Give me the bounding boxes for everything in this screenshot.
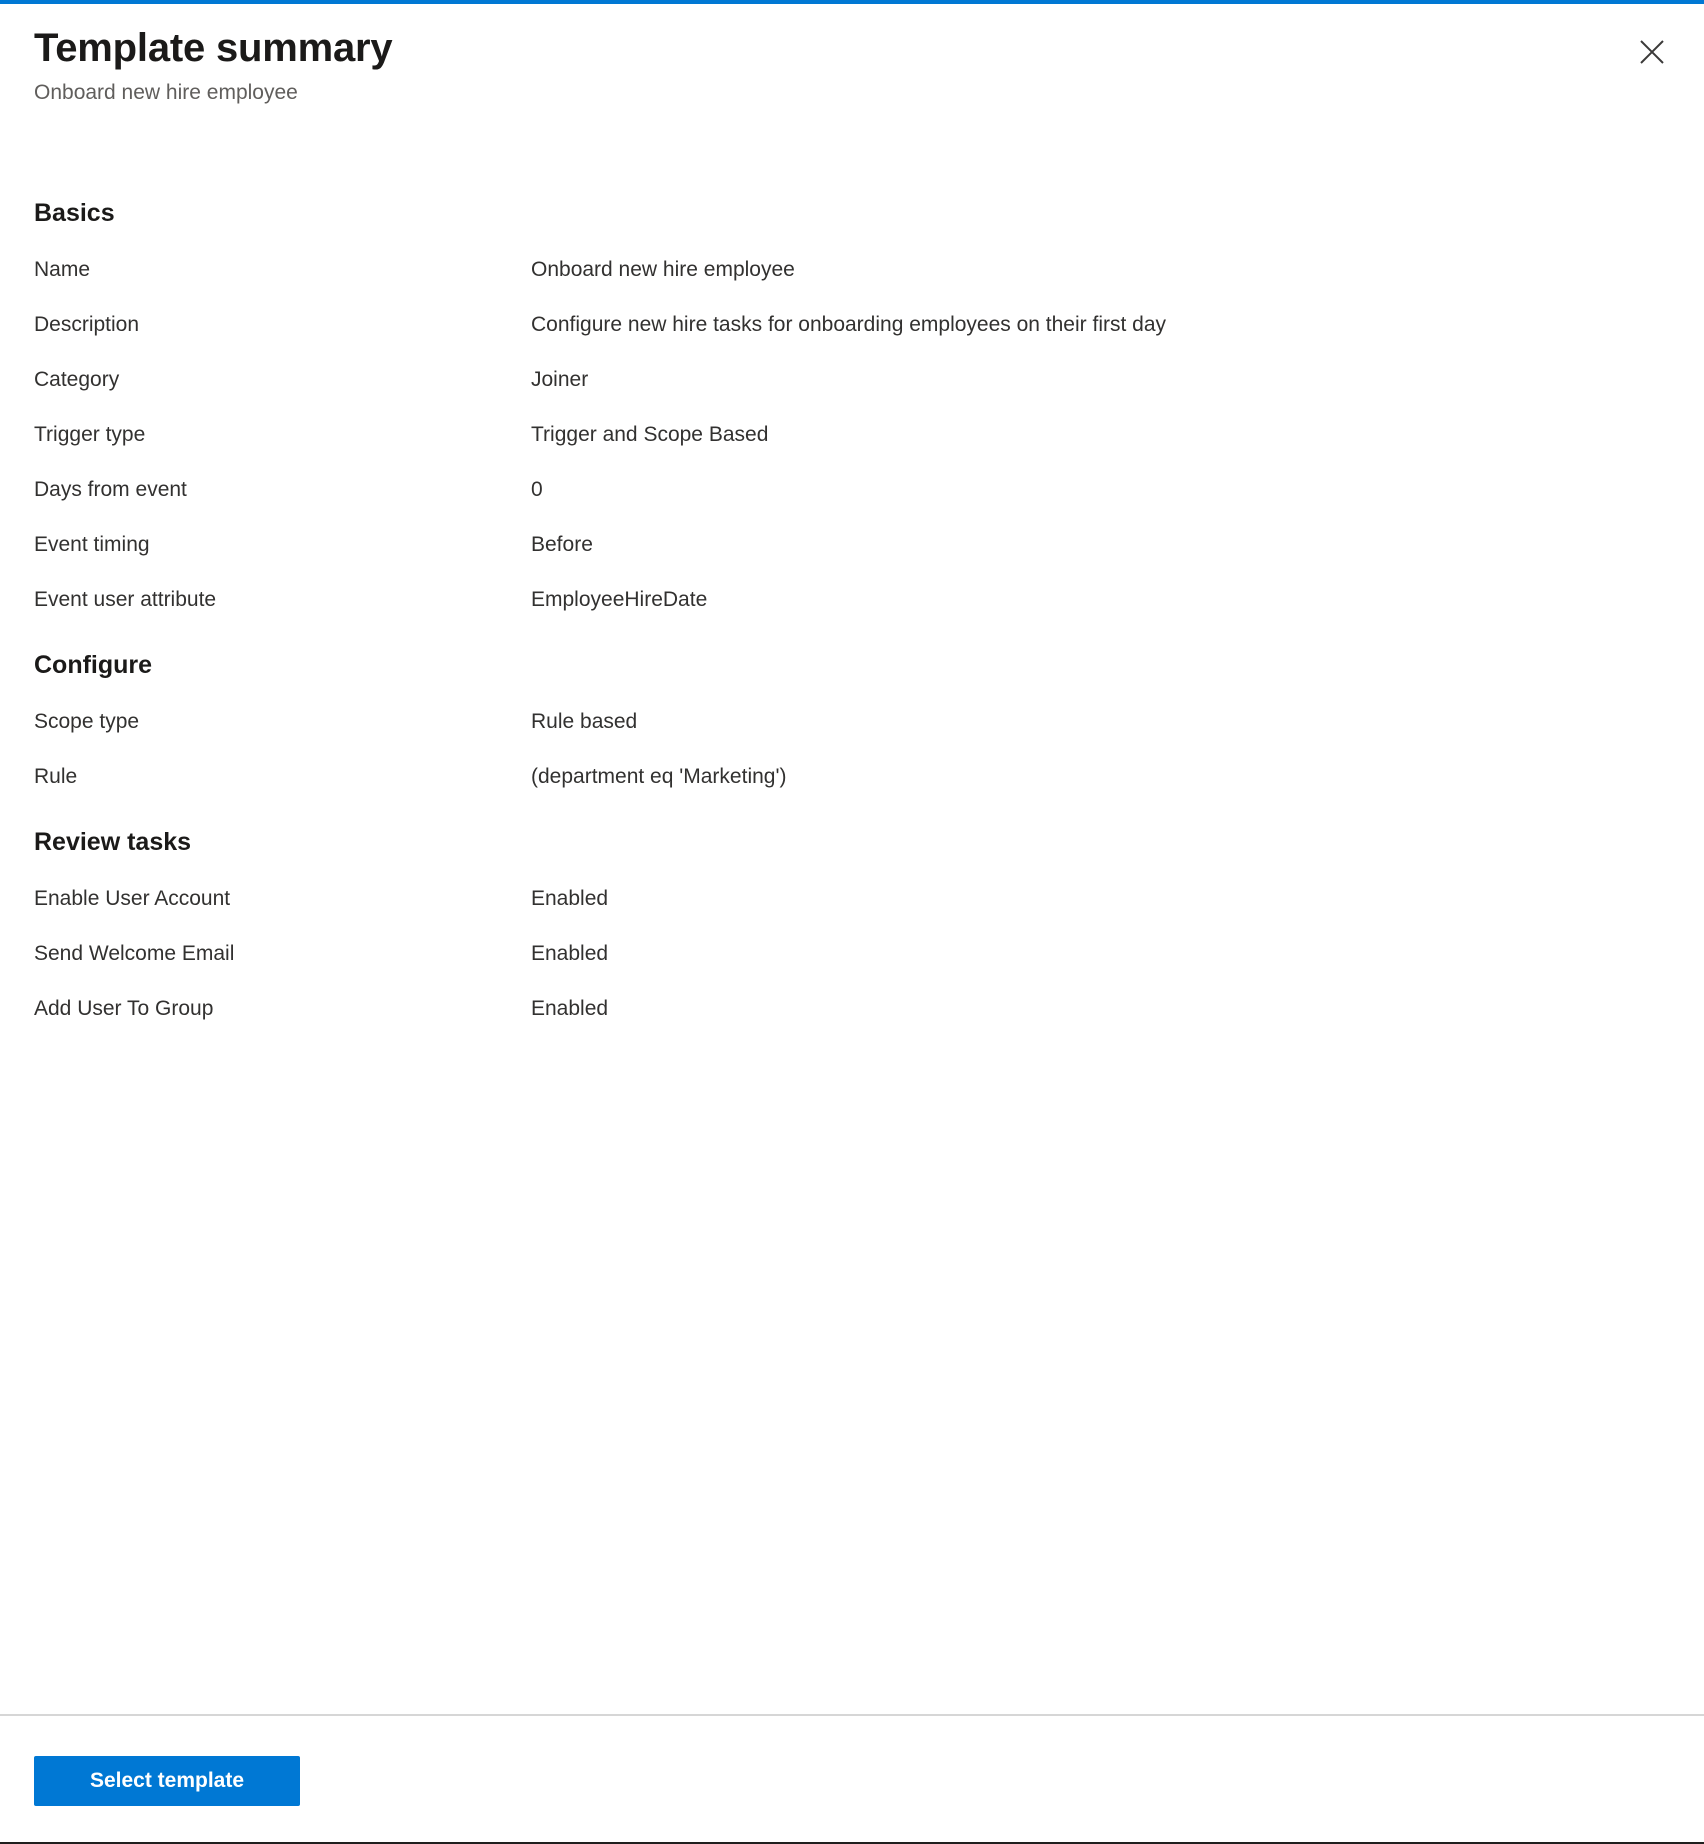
summary-row: Days from event 0	[34, 462, 1670, 517]
row-label: Name	[34, 257, 91, 281]
row-label: Days from event	[34, 477, 187, 501]
row-value: EmployeeHireDate	[531, 587, 708, 611]
summary-row: Event timing Before	[34, 517, 1670, 572]
row-label: Event user attribute	[34, 587, 217, 611]
row-value: Before	[531, 532, 593, 556]
row-value: Enabled	[531, 996, 609, 1020]
blade-footer: Select template	[0, 1714, 1704, 1842]
template-summary-blade: Template summary Onboard new hire employ…	[0, 0, 1704, 1844]
row-label: Trigger type	[34, 422, 146, 446]
row-value: 0	[531, 477, 543, 501]
row-value: Configure new hire tasks for onboarding …	[531, 312, 1167, 336]
section-heading: Configure	[34, 650, 153, 679]
row-value: Onboard new hire employee	[531, 257, 795, 281]
summary-row: Enable User Account Enabled	[34, 871, 1670, 926]
row-value: (department eq 'Marketing')	[531, 764, 787, 788]
close-icon	[1637, 37, 1667, 67]
section-heading: Basics	[34, 198, 115, 227]
section-basics: Basics Name Onboard new hire employee De…	[34, 198, 1670, 627]
summary-row: Trigger type Trigger and Scope Based	[34, 407, 1670, 462]
page-title: Template summary	[34, 26, 393, 70]
row-label: Event timing	[34, 532, 150, 556]
row-value: Enabled	[531, 941, 609, 965]
page-subtitle: Onboard new hire employee	[34, 80, 298, 104]
row-value: Enabled	[531, 886, 609, 910]
close-button[interactable]	[1628, 28, 1676, 76]
row-value: Joiner	[531, 367, 589, 391]
summary-row: Scope type Rule based	[34, 694, 1670, 749]
summary-row: Description Configure new hire tasks for…	[34, 297, 1670, 352]
summary-row: Rule (department eq 'Marketing')	[34, 749, 1670, 804]
summary-row: Send Welcome Email Enabled	[34, 926, 1670, 981]
summary-row: Category Joiner	[34, 352, 1670, 407]
row-value: Trigger and Scope Based	[531, 422, 769, 446]
blade-header: Template summary Onboard new hire employ…	[0, 4, 1704, 106]
select-template-button[interactable]: Select template	[34, 1756, 300, 1806]
blade-body: Basics Name Onboard new hire employee De…	[0, 106, 1704, 1714]
row-value: Rule based	[531, 709, 638, 733]
summary-row: Event user attribute EmployeeHireDate	[34, 572, 1670, 627]
row-label: Description	[34, 312, 140, 336]
row-label: Scope type	[34, 709, 140, 733]
row-label: Enable User Account	[34, 886, 231, 910]
summary-row: Name Onboard new hire employee	[34, 242, 1670, 297]
row-label: Category	[34, 367, 120, 391]
section-review-tasks: Review tasks Enable User Account Enabled…	[34, 827, 1670, 1036]
row-label: Add User To Group	[34, 996, 214, 1020]
section-heading: Review tasks	[34, 827, 192, 856]
section-configure: Configure Scope type Rule based Rule (de…	[34, 650, 1670, 804]
row-label: Send Welcome Email	[34, 941, 235, 965]
row-label: Rule	[34, 764, 78, 788]
summary-row: Add User To Group Enabled	[34, 981, 1670, 1036]
